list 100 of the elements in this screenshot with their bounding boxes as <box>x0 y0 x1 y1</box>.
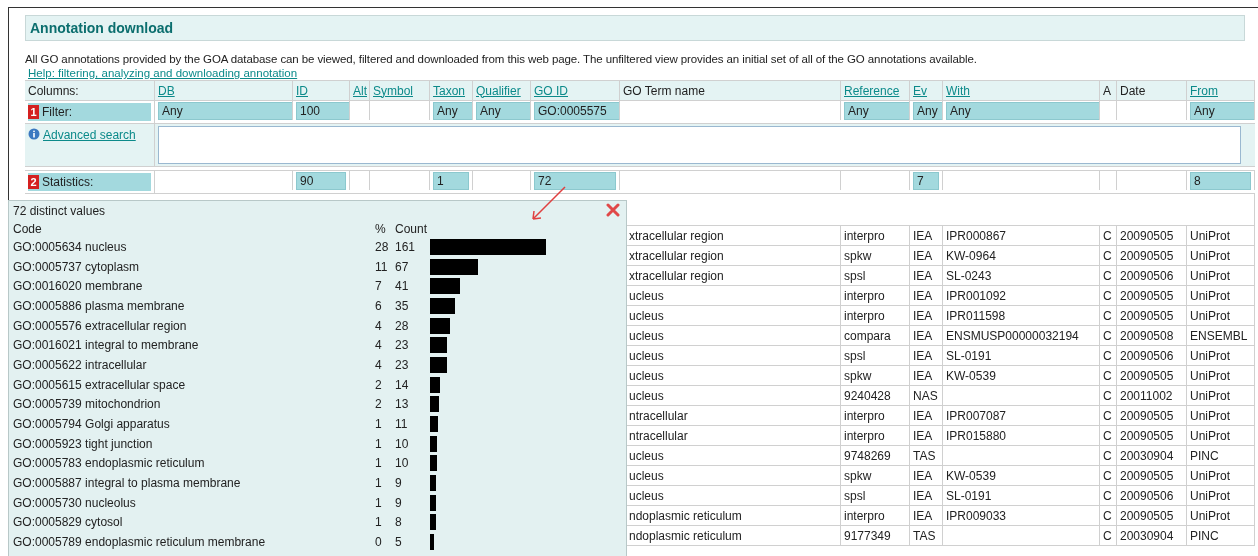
filter-field[interactable]: GO:0005575 <box>534 101 619 120</box>
filter-field[interactable]: 100 <box>296 101 349 120</box>
column-header[interactable]: ID <box>296 83 308 98</box>
page-title: Annotation download <box>30 20 174 36</box>
table-cell: interpro <box>844 288 885 303</box>
table-cell: C <box>1103 348 1112 363</box>
filter-field[interactable]: Any <box>433 101 472 120</box>
table-cell: 9177349 <box>844 528 891 543</box>
table-cell: NAS <box>913 388 938 403</box>
filter-field[interactable]: Any <box>476 101 530 120</box>
table-cell: UniProt <box>1190 228 1230 243</box>
table-cell: 20090505 <box>1120 368 1174 383</box>
count-value: 67 <box>395 259 410 274</box>
term-label: GO:0005887 integral to plasma membrane <box>13 476 242 491</box>
table-cell: UniProt <box>1190 248 1230 263</box>
table-cell: ucleus <box>629 488 664 503</box>
filter-field[interactable]: Any <box>913 101 942 120</box>
column-header[interactable]: Ev <box>913 83 927 98</box>
column-header[interactable]: From <box>1190 83 1218 98</box>
table-cell: compara <box>844 328 891 343</box>
stat-value: 8 <box>1190 171 1251 190</box>
table-cell: spsl <box>844 348 866 363</box>
table-cell: interpro <box>844 408 885 423</box>
close-button[interactable] <box>606 203 620 217</box>
table-cell: 20030904 <box>1120 448 1174 463</box>
count-value: 9 <box>395 495 403 510</box>
table-cell: 20090505 <box>1120 508 1174 523</box>
term-label: GO:0005739 mitochondrion <box>13 397 162 412</box>
column-header: % <box>375 221 387 236</box>
count-value: 11 <box>395 417 409 432</box>
term-label: GO:0005789 endoplasmic reticulum membrane <box>13 535 267 550</box>
step-badge: 1 <box>28 105 39 119</box>
table-cell: C <box>1103 448 1112 463</box>
column-header[interactable]: Symbol <box>373 83 413 98</box>
table-cell: IEA <box>913 268 933 283</box>
count-value: 10 <box>395 436 410 451</box>
column-header[interactable]: GO ID <box>534 83 568 98</box>
filter-field[interactable]: Any <box>1190 101 1254 120</box>
column-header[interactable]: Taxon <box>433 83 466 98</box>
count-bar <box>430 337 447 354</box>
table-cell: IEA <box>913 408 933 423</box>
table-cell: 20090508 <box>1120 328 1174 343</box>
filter-field[interactable]: Any <box>946 101 1099 120</box>
table-cell: IPR015880 <box>946 428 1007 443</box>
table-cell: C <box>1103 268 1112 283</box>
table-cell: ucleus <box>629 368 664 383</box>
table-cell: C <box>1103 388 1112 403</box>
column-header[interactable]: Qualifier <box>476 83 521 98</box>
table-cell: 20090506 <box>1120 348 1174 363</box>
popup-title: 72 distinct values <box>13 204 106 218</box>
search-field[interactable] <box>158 126 1241 164</box>
table-cell: IPR009033 <box>946 508 1007 523</box>
table-cell: UniProt <box>1190 508 1230 523</box>
percent-value: 2 <box>375 397 383 412</box>
table-cell: ENSMUSP00000032194 <box>946 328 1079 343</box>
count-bar <box>430 435 438 452</box>
table-cell: ucleus <box>629 348 664 363</box>
column-header[interactable]: Reference <box>844 83 900 98</box>
column-header: GO Term name <box>623 83 705 98</box>
table-cell: TAS <box>913 528 936 543</box>
table-cell: C <box>1103 228 1112 243</box>
table-cell: interpro <box>844 308 885 323</box>
table-cell: PINC <box>1190 448 1219 463</box>
percent-value: 4 <box>375 357 383 372</box>
advanced-search-link[interactable]: Advanced search <box>43 128 136 142</box>
table-cell: ucleus <box>629 328 664 343</box>
count-value: 28 <box>395 318 410 333</box>
table-cell: ucleus <box>629 288 664 303</box>
table-cell: UniProt <box>1190 268 1230 283</box>
percent-value: 1 <box>375 436 383 451</box>
column-header[interactable]: DB <box>158 83 175 98</box>
table-cell: SL-0191 <box>946 348 992 363</box>
filter-field[interactable]: Any <box>844 101 909 120</box>
table-cell: IEA <box>913 428 933 443</box>
term-label: GO:0005634 nucleus <box>13 239 128 254</box>
percent-value: 4 <box>375 338 383 353</box>
term-label: GO:0005576 extracellular region <box>13 318 188 333</box>
percent-value: 7 <box>375 279 383 294</box>
table-cell: IEA <box>913 308 933 323</box>
table-cell: 20090505 <box>1120 308 1174 323</box>
stat-value: 72 <box>534 171 616 190</box>
row-label: Columns: <box>28 83 79 98</box>
table-cell: interpro <box>844 228 885 243</box>
count-bar <box>430 396 440 413</box>
row-label: Filter: <box>42 105 72 119</box>
count-bar <box>430 317 451 334</box>
column-header[interactable]: Alt <box>353 83 367 98</box>
term-label: GO:0005829 cytosol <box>13 515 124 530</box>
percent-value: 1 <box>375 456 383 471</box>
count-value: 9 <box>395 476 403 491</box>
column-header[interactable]: With <box>946 83 970 98</box>
table-cell: 20090505 <box>1120 468 1174 483</box>
table-cell: C <box>1103 528 1112 543</box>
term-label: GO:0005622 intracellular <box>13 357 148 372</box>
help-link[interactable]: Help: filtering, analyzing and downloading annotation <box>28 67 298 79</box>
term-label: GO:0005923 tight junction <box>13 436 154 451</box>
filter-field[interactable]: Any <box>158 101 292 120</box>
table-cell: UniProt <box>1190 368 1230 383</box>
count-value: 41 <box>395 279 410 294</box>
table-cell: PINC <box>1190 528 1219 543</box>
